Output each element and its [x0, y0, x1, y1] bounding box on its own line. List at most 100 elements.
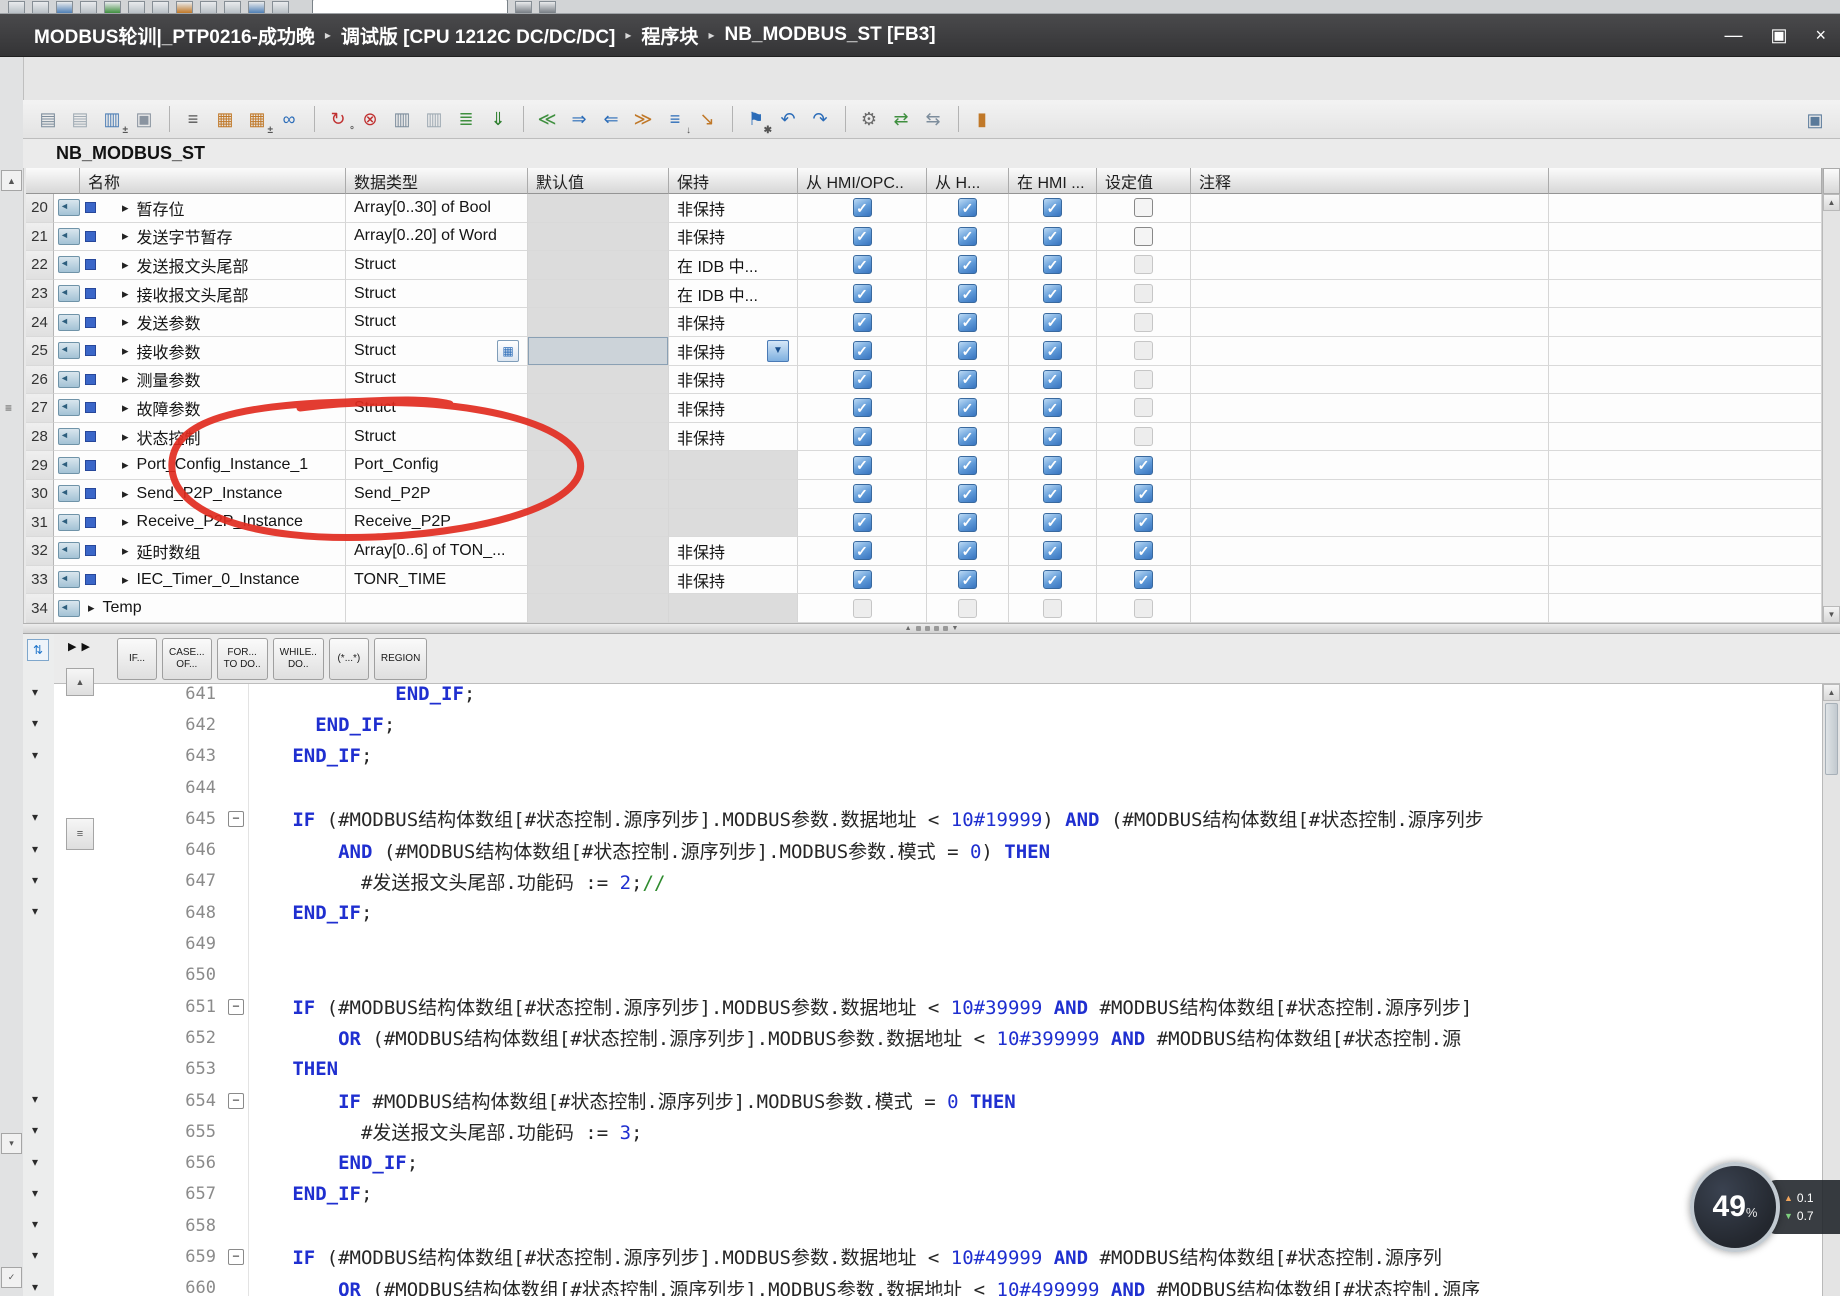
row-number-cell[interactable]: 25 — [26, 337, 54, 366]
hmi-visible-checkbox[interactable] — [1043, 541, 1062, 560]
splitter-handle[interactable]: ▲▼ — [23, 623, 1840, 634]
variable-name-cell[interactable]: ▸测量参数 — [54, 366, 346, 395]
insert-block-icon[interactable]: ▤ — [65, 104, 95, 134]
data-type-cell[interactable]: Array[0..6] of TON_... — [346, 537, 528, 566]
code-line[interactable]: 653 THEN — [54, 1054, 1822, 1085]
expand-toggle-icon[interactable]: ▸ — [122, 286, 129, 302]
hmi-accessible-checkbox[interactable] — [853, 227, 872, 246]
retain-cell[interactable]: 非保持 — [669, 537, 798, 566]
step-forward-icon[interactable]: ↷ — [805, 104, 835, 134]
column-header-type[interactable]: 数据类型 — [346, 168, 528, 194]
variable-name-cell[interactable]: ▸接收参数 — [54, 337, 346, 366]
row-number-cell[interactable]: 22 — [26, 251, 54, 280]
stop-monitoring-icon[interactable]: ⊗ — [355, 104, 385, 134]
retain-cell[interactable]: 非保持 — [669, 366, 798, 395]
data-type-cell[interactable] — [346, 594, 528, 623]
expand-toggle-icon[interactable]: ▸ — [122, 200, 129, 216]
expand-toggle-icon[interactable]: ▸ — [122, 457, 129, 473]
data-type-cell[interactable]: Struct — [346, 394, 528, 423]
comment-cell[interactable] — [1191, 366, 1549, 395]
restore-button[interactable]: ▣ — [1770, 26, 1787, 44]
column-header-setpoint[interactable]: 设定值 — [1097, 168, 1191, 194]
default-value-cell[interactable] — [528, 509, 669, 538]
hmi-accessible-checkbox[interactable] — [853, 398, 872, 417]
default-value-cell[interactable] — [528, 451, 669, 480]
data-type-cell[interactable]: Struct — [346, 280, 528, 309]
close-button[interactable]: × — [1815, 26, 1826, 44]
row-number-cell[interactable]: 28 — [26, 423, 54, 452]
type-picker-button[interactable] — [497, 340, 519, 362]
row-number-cell[interactable]: 27 — [26, 394, 54, 423]
jump-target-icon[interactable]: ↘ — [692, 104, 722, 134]
variable-name-cell[interactable]: ▸Temp — [54, 594, 346, 623]
setpoint-checkbox[interactable] — [1134, 570, 1153, 589]
retain-cell[interactable]: 非保持 — [669, 566, 798, 595]
expand-arrows-icon[interactable]: ▶▶ — [68, 640, 95, 653]
hmi-writable-checkbox[interactable] — [958, 427, 977, 446]
code-line[interactable]: 644 — [54, 772, 1822, 803]
default-value-cell[interactable] — [528, 366, 669, 395]
monitor-glasses-icon[interactable]: ∞ — [274, 104, 304, 134]
comment-cell[interactable] — [1191, 566, 1549, 595]
hmi-visible-checkbox[interactable] — [1043, 484, 1062, 503]
expand-toggle-icon[interactable]: ▸ — [122, 314, 129, 330]
data-type-cell[interactable]: Struct — [346, 423, 528, 452]
export-block-icon[interactable]: ▥± — [97, 104, 127, 134]
download-snapshot-icon[interactable]: ⇓ — [483, 104, 513, 134]
cropped-toolbar-icon[interactable] — [248, 1, 265, 13]
hmi-accessible-checkbox[interactable] — [853, 255, 872, 274]
expand-toggle-icon[interactable]: ▸ — [122, 514, 129, 530]
absolute-operands-icon[interactable]: ≡ — [178, 104, 208, 134]
setpoint-checkbox[interactable] — [1134, 341, 1153, 360]
retain-cell[interactable]: 非保持 — [669, 423, 798, 452]
hmi-writable-checkbox[interactable] — [958, 284, 977, 303]
code-line[interactable]: 647 #发送报文头尾部.功能码 := 2;// — [54, 866, 1822, 897]
table-scrollbar[interactable]: ▲ ▼ — [1822, 168, 1840, 623]
variable-name-cell[interactable]: ▸故障参数 — [54, 394, 346, 423]
comment-cell[interactable] — [1191, 480, 1549, 509]
hmi-visible-checkbox[interactable] — [1043, 198, 1062, 217]
hmi-visible-checkbox[interactable] — [1043, 255, 1062, 274]
comment-cell[interactable] — [1191, 194, 1549, 223]
variable-name-cell[interactable]: ▸接收报文头尾部 — [54, 280, 346, 309]
data-type-cell[interactable]: Struct — [346, 308, 528, 337]
code-line[interactable]: 651− IF (#MODBUS结构体数组[#状态控制.源序列步].MODBUS… — [54, 991, 1822, 1022]
setpoint-checkbox[interactable] — [1134, 599, 1153, 618]
table-scroll-up-button[interactable]: ▲ — [1823, 194, 1840, 211]
code-line[interactable]: 648 END_IF; — [54, 897, 1822, 928]
code-line[interactable]: 652 OR (#MODBUS结构体数组[#状态控制.源序列步].MODBUS参… — [54, 1022, 1822, 1053]
code-margin-scroll-up-button[interactable]: ▲ — [66, 668, 94, 696]
compare-markers-icon[interactable]: ⇅ — [27, 639, 49, 661]
hmi-visible-checkbox[interactable] — [1043, 284, 1062, 303]
expand-toggle-icon[interactable]: ▸ — [122, 228, 129, 244]
comment-cell[interactable] — [1191, 423, 1549, 452]
setpoint-checkbox[interactable] — [1134, 541, 1153, 560]
setpoint-checkbox[interactable] — [1134, 370, 1153, 389]
insert-region-button[interactable]: REGION — [374, 638, 427, 680]
column-header-hmi-write[interactable]: 从 H... — [927, 168, 1009, 194]
variable-name-cell[interactable]: ▸Port_Config_Instance_1 — [54, 451, 346, 480]
retain-cell[interactable]: 非保持▼ — [669, 337, 798, 366]
format-indent-icon[interactable]: ≫ — [628, 104, 658, 134]
cropped-toolbar-icon[interactable] — [200, 1, 217, 13]
retain-cell[interactable] — [669, 594, 798, 623]
comment-cell[interactable] — [1191, 594, 1549, 623]
row-number-cell[interactable]: 32 — [26, 537, 54, 566]
retain-cell[interactable]: 非保持 — [669, 308, 798, 337]
snapshot-values-icon[interactable]: ▥ — [419, 104, 449, 134]
setpoint-checkbox[interactable] — [1134, 227, 1153, 246]
fold-toggle-icon[interactable]: − — [224, 811, 248, 827]
cropped-toolbar-icon[interactable] — [8, 1, 25, 13]
code-line[interactable]: 643 END_IF; — [54, 741, 1822, 772]
hmi-accessible-checkbox[interactable] — [853, 456, 872, 475]
hmi-writable-checkbox[interactable] — [958, 255, 977, 274]
setpoint-checkbox[interactable] — [1134, 398, 1153, 417]
table-scrollbar-track[interactable] — [1823, 211, 1840, 606]
hmi-accessible-checkbox[interactable] — [853, 570, 872, 589]
insert-while-button[interactable]: WHILE..DO.. — [273, 638, 324, 680]
comment-cell[interactable] — [1191, 537, 1549, 566]
setpoint-checkbox[interactable] — [1134, 456, 1153, 475]
row-number-cell[interactable]: 34 — [26, 594, 54, 623]
data-type-cell[interactable]: Array[0..20] of Word — [346, 223, 528, 252]
expand-toggle-icon[interactable]: ▸ — [122, 257, 129, 273]
